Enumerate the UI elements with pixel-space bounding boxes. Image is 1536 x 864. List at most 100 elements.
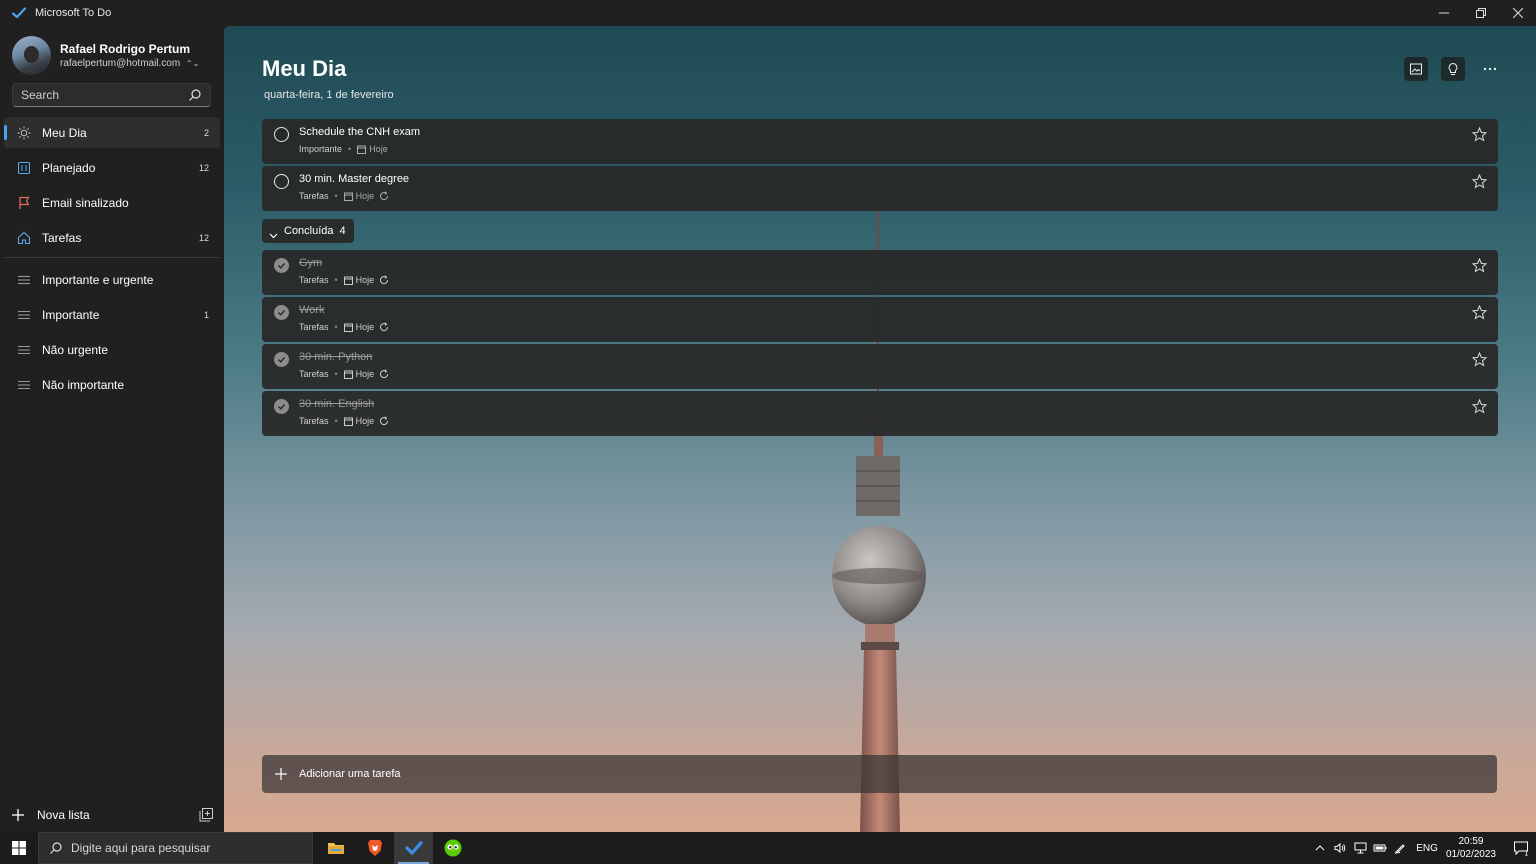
background-icon[interactable] bbox=[1404, 57, 1428, 81]
list-icon bbox=[15, 341, 33, 359]
add-task-input[interactable]: Adicionar uma tarefa bbox=[262, 755, 1497, 793]
completed-task-item[interactable]: 30 min. English Tarefas • Hoje bbox=[262, 391, 1498, 436]
todo-check-icon bbox=[11, 6, 27, 20]
task-item[interactable]: Schedule the CNH exam Importante • Hoje bbox=[262, 119, 1498, 164]
profile-email-row[interactable]: rafaelpertum@hotmail.com ⌃⌄ bbox=[60, 58, 199, 69]
star-icon[interactable] bbox=[1471, 351, 1488, 367]
sidebar-nav: Meu Dia 2 Planejado 12 Email sinalizado … bbox=[4, 117, 220, 404]
star-icon[interactable] bbox=[1471, 257, 1488, 273]
brave-browser-icon[interactable] bbox=[355, 832, 394, 864]
sidebar-item-nao-importante[interactable]: Não importante bbox=[4, 369, 220, 400]
sidebar-item-label: Tarefas bbox=[42, 230, 82, 245]
sidebar-item-importante-e-urgente[interactable]: Importante e urgente bbox=[4, 264, 220, 295]
task-list-name: Tarefas bbox=[299, 369, 329, 379]
add-task-placeholder: Adicionar uma tarefa bbox=[299, 768, 401, 780]
task-title: Schedule the CNH exam bbox=[299, 126, 421, 138]
restore-icon[interactable] bbox=[1462, 0, 1499, 26]
completed-task-item[interactable]: Gym Tarefas • Hoje bbox=[262, 250, 1498, 295]
battery-icon[interactable] bbox=[1370, 832, 1390, 864]
search-icon[interactable] bbox=[188, 88, 202, 102]
task-title: 30 min. Python bbox=[299, 351, 373, 363]
new-group-icon[interactable] bbox=[198, 807, 214, 823]
toolbar bbox=[1404, 57, 1502, 81]
task-list-name: Tarefas bbox=[299, 322, 329, 332]
task-list-name: Tarefas bbox=[299, 275, 329, 285]
completed-count: 4 bbox=[339, 225, 346, 237]
clock-time: 20:59 bbox=[1458, 836, 1484, 847]
task-title: 30 min. English bbox=[299, 398, 375, 410]
repeat-icon bbox=[379, 191, 389, 201]
taskbar-search-input[interactable]: Digite aqui para pesquisar bbox=[38, 832, 313, 864]
sidebar-item-tarefas[interactable]: Tarefas 12 bbox=[4, 222, 220, 253]
task-list-name: Tarefas bbox=[299, 416, 329, 426]
search-box[interactable]: Search bbox=[12, 83, 211, 107]
repeat-icon bbox=[379, 416, 389, 426]
new-list-button[interactable]: Nova lista bbox=[37, 808, 198, 822]
chevron-down-icon bbox=[269, 227, 278, 238]
star-icon[interactable] bbox=[1471, 398, 1488, 414]
task-title: Work bbox=[299, 304, 325, 316]
star-icon[interactable] bbox=[1471, 304, 1488, 320]
avatar[interactable] bbox=[12, 36, 51, 75]
list-icon bbox=[15, 271, 33, 289]
lightbulb-icon[interactable] bbox=[1441, 57, 1465, 81]
sidebar-item-planejado[interactable]: Planejado 12 bbox=[4, 152, 220, 183]
clock-date: 01/02/2023 bbox=[1445, 849, 1496, 860]
chevron-up-icon[interactable] bbox=[1310, 832, 1330, 864]
checkmark-icon[interactable] bbox=[274, 258, 289, 273]
star-icon[interactable] bbox=[1471, 126, 1488, 142]
task-meta: Tarefas • Hoje bbox=[299, 416, 389, 426]
language-indicator[interactable]: ENG bbox=[1416, 843, 1438, 854]
complete-circle-icon[interactable] bbox=[274, 127, 289, 142]
calendar-icon bbox=[343, 370, 353, 379]
sidebar-item-meu-dia[interactable]: Meu Dia 2 bbox=[4, 117, 220, 148]
more-icon[interactable] bbox=[1478, 57, 1502, 81]
checkmark-icon[interactable] bbox=[274, 305, 289, 320]
notification-center-icon[interactable]: 1 bbox=[1506, 832, 1536, 864]
completed-label: Concluída bbox=[284, 225, 334, 237]
pen-icon[interactable] bbox=[1390, 832, 1410, 864]
windows-taskbar: Digite aqui para pesquisar ENG 20:59 01/… bbox=[0, 832, 1536, 864]
duolingo-icon[interactable] bbox=[433, 832, 472, 864]
task-meta: Tarefas • Hoje bbox=[299, 322, 389, 332]
completed-task-item[interactable]: 30 min. Python Tarefas • Hoje bbox=[262, 344, 1498, 389]
sidebar-item-email-sinalizado[interactable]: Email sinalizado bbox=[4, 187, 220, 218]
repeat-icon bbox=[379, 275, 389, 285]
close-icon[interactable] bbox=[1499, 0, 1536, 26]
sidebar-item-label: Planejado bbox=[42, 160, 96, 175]
task-meta: Tarefas • Hoje bbox=[299, 369, 389, 379]
task-due: Hoje bbox=[355, 369, 375, 379]
network-icon[interactable] bbox=[1350, 832, 1370, 864]
home-icon bbox=[15, 229, 33, 247]
plus-icon[interactable] bbox=[11, 808, 25, 822]
task-due: Hoje bbox=[369, 144, 388, 154]
task-item[interactable]: 30 min. Master degree Tarefas • Hoje bbox=[262, 166, 1498, 211]
task-due: Hoje bbox=[355, 416, 375, 426]
clock[interactable]: 20:59 01/02/2023 bbox=[1446, 835, 1496, 861]
separator-dot: • bbox=[334, 369, 338, 379]
calendar-icon bbox=[357, 145, 367, 154]
checkmark-icon[interactable] bbox=[274, 399, 289, 414]
search-input[interactable]: Search bbox=[21, 88, 188, 102]
windows-start-icon[interactable] bbox=[0, 832, 38, 864]
profile-name: Rafael Rodrigo Pertum bbox=[60, 42, 191, 56]
complete-circle-icon[interactable] bbox=[274, 174, 289, 189]
sidebar-item-nao-urgente[interactable]: Não urgente bbox=[4, 334, 220, 365]
separator-dot: • bbox=[334, 322, 338, 332]
minimize-icon[interactable] bbox=[1425, 0, 1462, 26]
volume-icon[interactable] bbox=[1330, 832, 1350, 864]
sidebar-item-label: Não importante bbox=[42, 377, 125, 392]
sidebar-item-importante[interactable]: Importante 1 bbox=[4, 299, 220, 330]
task-due: Hoje bbox=[355, 275, 375, 285]
todo-check-icon[interactable] bbox=[394, 832, 433, 864]
profile[interactable]: Rafael Rodrigo Pertum rafaelpertum@hotma… bbox=[12, 36, 199, 75]
switch-account-chevron-icon[interactable]: ⌃⌄ bbox=[186, 59, 199, 68]
separator-dot: • bbox=[334, 191, 338, 201]
checkmark-icon[interactable] bbox=[274, 352, 289, 367]
star-icon[interactable] bbox=[1471, 173, 1488, 189]
completed-section-toggle[interactable]: Concluída 4 bbox=[262, 219, 354, 243]
taskbar-search-placeholder: Digite aqui para pesquisar bbox=[71, 841, 211, 855]
plus-icon[interactable] bbox=[274, 767, 288, 781]
file-explorer-icon[interactable] bbox=[316, 832, 355, 864]
completed-task-item[interactable]: Work Tarefas • Hoje bbox=[262, 297, 1498, 342]
